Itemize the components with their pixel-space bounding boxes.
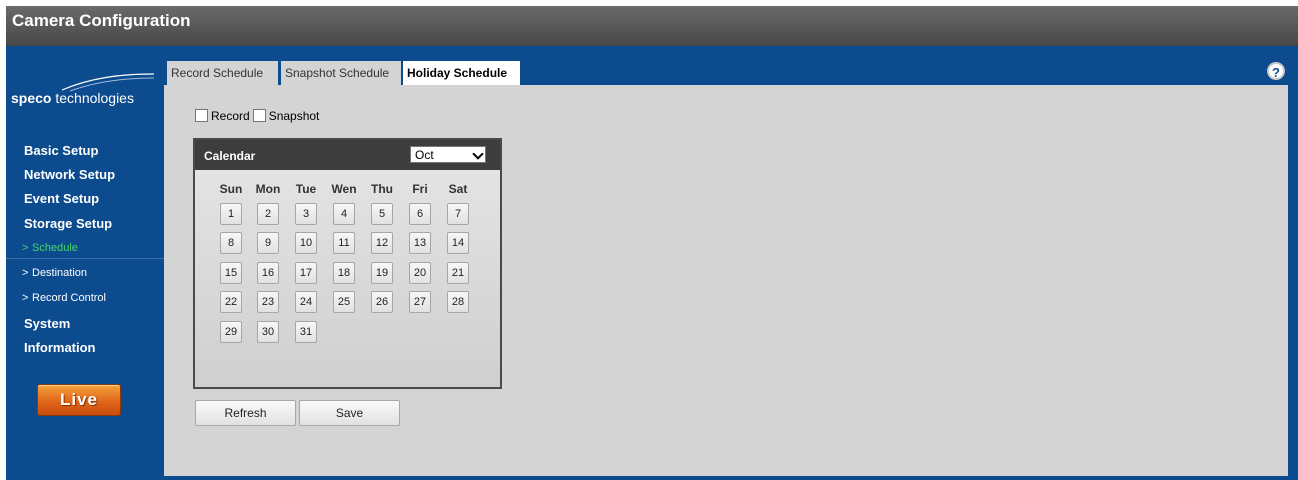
logo-bold-text: speco bbox=[11, 90, 52, 106]
weekday-label: Mon bbox=[255, 182, 281, 196]
sidebar-subitem-label: Record Control bbox=[32, 292, 106, 304]
weekday-label: Fri bbox=[412, 182, 428, 196]
calendar-day[interactable]: 7 bbox=[447, 203, 469, 225]
calendar-day[interactable]: 21 bbox=[447, 262, 469, 284]
sidebar-item-storage-setup[interactable]: Storage Setup bbox=[24, 216, 112, 231]
calendar-day[interactable]: 15 bbox=[220, 262, 242, 284]
chevron-down-icon bbox=[472, 148, 484, 160]
calendar-day[interactable]: 10 bbox=[295, 232, 317, 254]
calendar-day[interactable]: 28 bbox=[447, 291, 469, 313]
calendar-day[interactable]: 20 bbox=[409, 262, 431, 284]
snapshot-checkbox[interactable] bbox=[252, 109, 266, 123]
sidebar-divider bbox=[6, 258, 164, 259]
chevron-right-icon: > bbox=[22, 242, 29, 254]
chevron-right-icon: > bbox=[22, 267, 29, 279]
calendar-title: Calendar bbox=[204, 149, 256, 163]
calendar-day[interactable]: 11 bbox=[333, 232, 355, 254]
calendar-day[interactable]: 16 bbox=[257, 262, 279, 284]
weekday-label: Thu bbox=[371, 182, 393, 196]
calendar-day[interactable]: 29 bbox=[220, 321, 242, 343]
sidebar-subitem-record-control[interactable]: > Record Control bbox=[22, 292, 106, 304]
sidebar-item-information[interactable]: Information bbox=[24, 340, 96, 355]
refresh-button[interactable]: Refresh bbox=[195, 400, 296, 426]
save-button[interactable]: Save bbox=[299, 400, 400, 426]
logo-text: technologies bbox=[51, 90, 134, 106]
calendar-day[interactable]: 8 bbox=[220, 232, 242, 254]
calendar-day[interactable]: 6 bbox=[409, 203, 431, 225]
sidebar-item-network-setup[interactable]: Network Setup bbox=[24, 167, 115, 182]
calendar-day[interactable]: 3 bbox=[295, 203, 317, 225]
month-select-value: Oct bbox=[415, 148, 434, 162]
calendar-day[interactable]: 25 bbox=[333, 291, 355, 313]
calendar-day[interactable]: 5 bbox=[371, 203, 393, 225]
calendar-day[interactable]: 12 bbox=[371, 232, 393, 254]
weekday-label: Wen bbox=[331, 182, 357, 196]
sidebar-subitem-schedule[interactable]: > Schedule bbox=[22, 242, 78, 254]
chevron-right-icon: > bbox=[22, 292, 29, 304]
sidebar-item-basic-setup[interactable]: Basic Setup bbox=[24, 143, 98, 158]
brand-logo: speco technologies bbox=[11, 90, 157, 108]
snapshot-label: Snapshot bbox=[268, 108, 320, 123]
calendar-day[interactable]: 14 bbox=[447, 232, 469, 254]
record-label: Record bbox=[211, 108, 250, 123]
calendar-day[interactable]: 9 bbox=[257, 232, 279, 254]
holiday-calendar: Calendar Oct Sun Mon Tue Wen Thu Fri Sat… bbox=[193, 138, 502, 389]
month-select[interactable]: Oct bbox=[410, 146, 486, 163]
page-title: Camera Configuration bbox=[12, 11, 191, 30]
sidebar-subitem-label: Schedule bbox=[32, 242, 78, 254]
calendar-day[interactable]: 24 bbox=[295, 291, 317, 313]
tab-record-schedule[interactable]: Record Schedule bbox=[167, 61, 278, 85]
logo-swoosh-icon bbox=[61, 73, 155, 92]
calendar-day[interactable]: 18 bbox=[333, 262, 355, 284]
calendar-day[interactable]: 1 bbox=[220, 203, 242, 225]
calendar-day[interactable]: 4 bbox=[333, 203, 355, 225]
calendar-day[interactable]: 26 bbox=[371, 291, 393, 313]
sidebar-subitem-destination[interactable]: > Destination bbox=[22, 267, 87, 279]
sidebar-subitem-label: Destination bbox=[32, 267, 88, 279]
sidebar-item-event-setup[interactable]: Event Setup bbox=[24, 191, 99, 206]
record-checkbox[interactable] bbox=[195, 109, 208, 123]
calendar-day[interactable]: 27 bbox=[409, 291, 431, 313]
calendar-header: Calendar Oct bbox=[195, 140, 500, 170]
weekday-label: Sun bbox=[219, 182, 243, 196]
live-button[interactable]: Live bbox=[37, 384, 121, 416]
calendar-day[interactable]: 13 bbox=[409, 232, 431, 254]
calendar-day[interactable]: 22 bbox=[220, 291, 242, 313]
weekday-label: Sat bbox=[448, 182, 468, 196]
sidebar-item-system[interactable]: System bbox=[24, 316, 70, 331]
calendar-day[interactable]: 23 bbox=[257, 291, 279, 313]
tab-snapshot-schedule[interactable]: Snapshot Schedule bbox=[281, 61, 401, 85]
window-title-bar: Camera Configuration bbox=[6, 6, 1298, 46]
calendar-day[interactable]: 17 bbox=[295, 262, 317, 284]
schedule-type-options: Record Snapshot bbox=[195, 108, 322, 123]
calendar-day[interactable]: 19 bbox=[371, 262, 393, 284]
calendar-day[interactable]: 31 bbox=[295, 321, 317, 343]
calendar-day[interactable]: 2 bbox=[257, 203, 279, 225]
tab-holiday-schedule[interactable]: Holiday Schedule bbox=[403, 61, 520, 85]
help-icon[interactable]: ? bbox=[1267, 62, 1285, 80]
calendar-day[interactable]: 30 bbox=[257, 321, 279, 343]
weekday-label: Tue bbox=[295, 182, 317, 196]
